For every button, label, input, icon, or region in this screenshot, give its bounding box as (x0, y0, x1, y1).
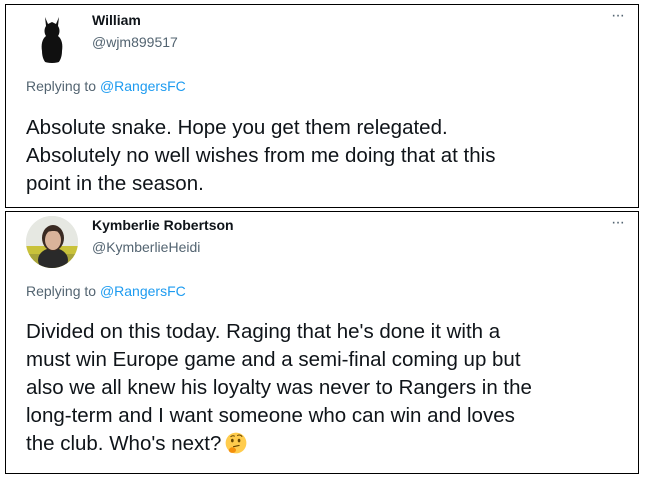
user-handle[interactable]: @wjm899517 (92, 34, 178, 50)
avatar[interactable] (26, 11, 78, 63)
reply-mention-link[interactable]: @RangersFC (100, 283, 186, 299)
user-silhouette-icon (26, 11, 78, 63)
thinking-face-icon (225, 432, 247, 454)
tweet-card[interactable]: Kymberlie Robertson @KymberlieHeidi ··· … (5, 211, 639, 474)
user-handle[interactable]: @KymberlieHeidi (92, 239, 200, 255)
more-options-icon[interactable]: ··· (611, 214, 625, 232)
tweet-text-line: the club. Who's next? (26, 432, 222, 455)
tweet-card[interactable]: William @wjm899517 ··· Replying to @Rang… (5, 4, 639, 208)
tweet-text-last-line: the club. Who's next? (26, 430, 626, 458)
more-options-icon[interactable]: ··· (611, 7, 625, 25)
tweet-text: Absolute snake. Hope you get them relega… (26, 114, 626, 198)
tweet-text-line: point in the season. (26, 172, 204, 195)
profile-photo-icon (26, 216, 78, 268)
replying-to: Replying to @RangersFC (26, 283, 186, 299)
replying-to-label: Replying to (26, 78, 97, 94)
tweet-text-line: Absolute snake. Hope you get them relega… (26, 116, 448, 139)
display-name[interactable]: Kymberlie Robertson (92, 217, 234, 233)
replying-to-label: Replying to (26, 283, 97, 299)
tweet-text: Divided on this today. Raging that he's … (26, 318, 626, 458)
display-name[interactable]: William (92, 12, 141, 28)
replying-to: Replying to @RangersFC (26, 78, 186, 94)
tweet-text-line: long-term and I want someone who can win… (26, 404, 515, 427)
avatar[interactable] (26, 216, 78, 268)
tweet-text-line: Absolutely no well wishes from me doing … (26, 144, 496, 167)
tweet-text-line: also we all knew his loyalty was never t… (26, 376, 532, 399)
tweet-text-line: must win Europe game and a semi-final co… (26, 348, 521, 371)
reply-mention-link[interactable]: @RangersFC (100, 78, 186, 94)
tweet-text-line: Divided on this today. Raging that he's … (26, 320, 501, 343)
